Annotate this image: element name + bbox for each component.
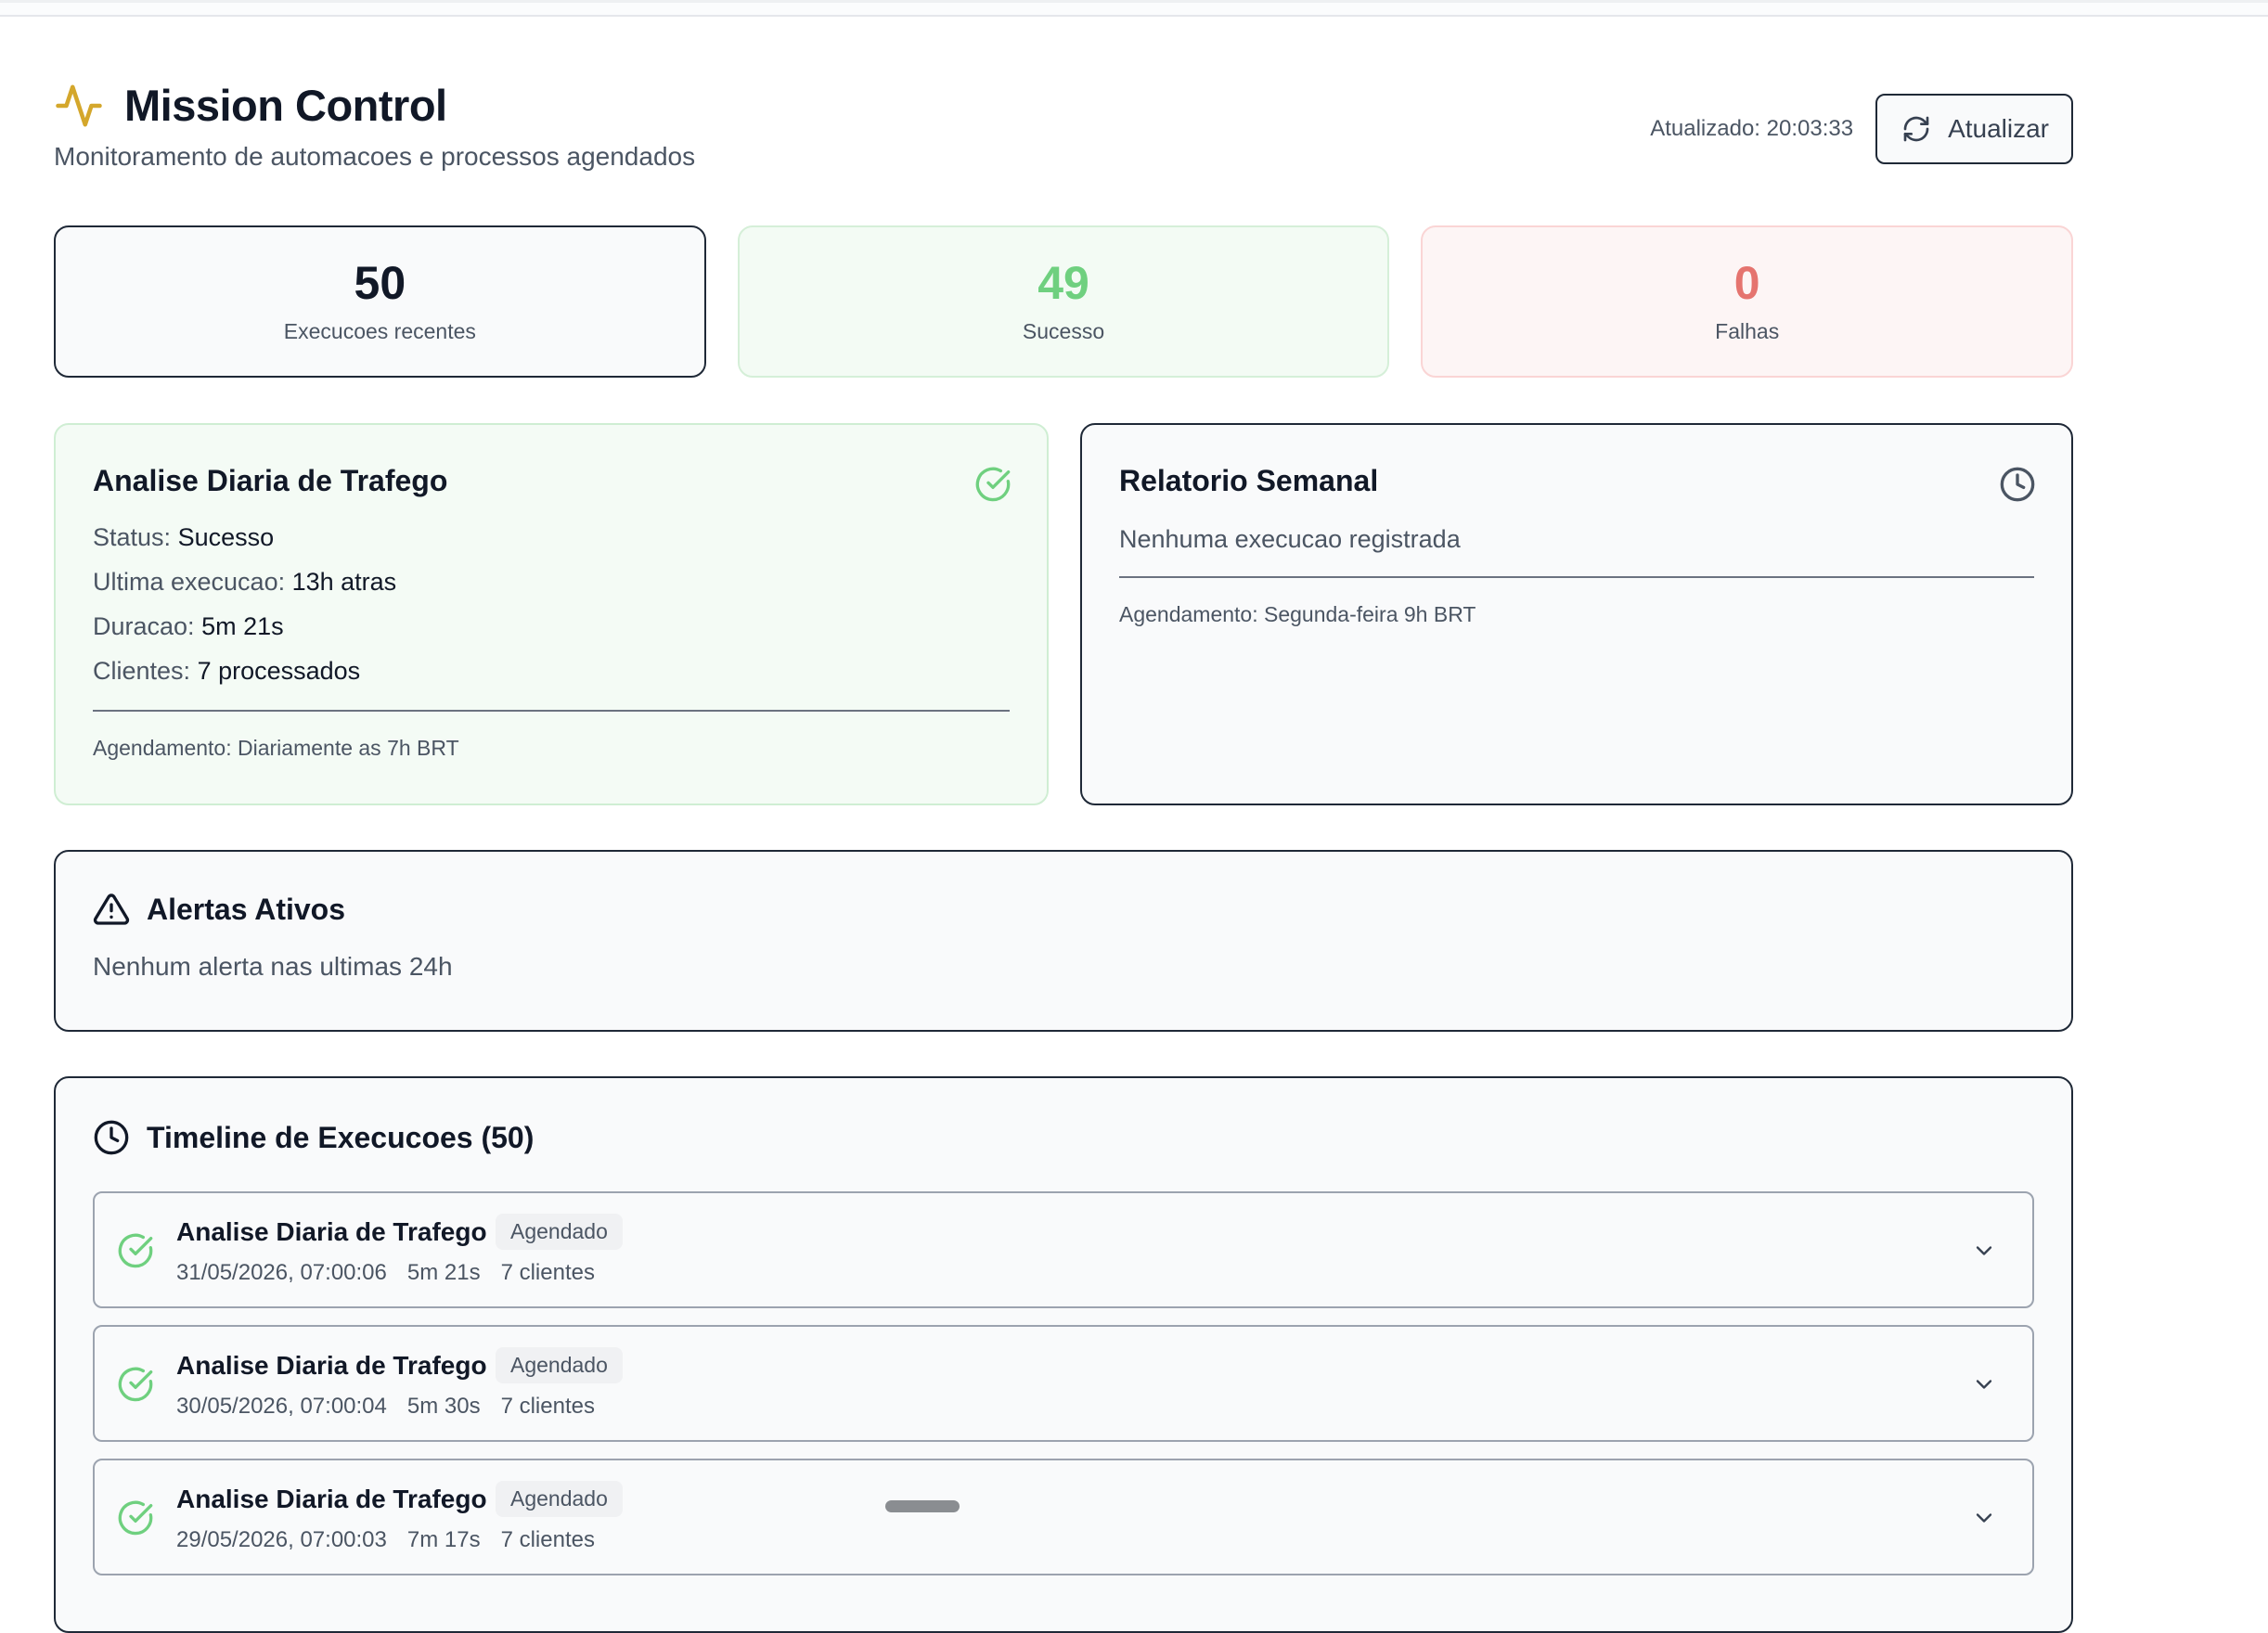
run-date: 30/05/2026, 07:00:04 <box>176 1394 387 1419</box>
alerts-title: Alertas Ativos <box>147 892 345 926</box>
timeline-title: Timeline de Execucoes (50) <box>147 1120 535 1154</box>
stat-label: Execucoes recentes <box>283 318 476 343</box>
timeline-item[interactable]: Analise Diaria de Trafego Agendado 29/05… <box>93 1459 2034 1575</box>
refresh-icon <box>1903 116 1929 142</box>
stat-value: 50 <box>354 256 406 309</box>
job-title: Relatorio Semanal <box>1119 464 1379 497</box>
run-clients: 7 clientes <box>500 1260 595 1285</box>
detail-key: Duracao: <box>93 612 195 640</box>
refresh-button[interactable]: Atualizar <box>1875 94 2073 164</box>
timeline-list: Analise Diaria de Trafego Agendado 31/05… <box>93 1191 2034 1575</box>
chevron-down-icon[interactable] <box>1971 1371 1997 1397</box>
check-circle-icon <box>117 1366 154 1403</box>
job-duration-line: Duracao: 5m 21s <box>93 604 1010 649</box>
stat-card-failures: 0 Falhas <box>1421 225 2074 378</box>
stat-value: 0 <box>1733 256 1760 309</box>
detail-value: 13h atras <box>291 568 397 596</box>
timeline-item-name: Analise Diaria de Trafego <box>176 1351 487 1380</box>
check-circle-icon <box>117 1499 154 1537</box>
run-clients: 7 clientes <box>500 1527 595 1552</box>
run-date: 29/05/2026, 07:00:03 <box>176 1527 387 1552</box>
job-empty-text: Nenhuma execucao registrada <box>1119 525 1461 553</box>
alerts-empty-text: Nenhum alerta nas ultimas 24h <box>93 952 453 981</box>
trigger-badge: Agendado <box>496 1481 623 1517</box>
job-last-run-line: Ultima execucao: 13h atras <box>93 559 1010 604</box>
timeline-item[interactable]: Analise Diaria de Trafego Agendado 31/05… <box>93 1191 2034 1308</box>
run-date: 31/05/2026, 07:00:06 <box>176 1260 387 1285</box>
trigger-badge: Agendado <box>496 1347 623 1383</box>
job-details: Status: Sucesso Ultima execucao: 13h atr… <box>93 515 1010 693</box>
job-clients-line: Clientes: 7 processados <box>93 649 1010 693</box>
timeline-panel: Timeline de Execucoes (50) Analise Diari… <box>54 1076 2073 1633</box>
run-clients: 7 clientes <box>500 1394 595 1419</box>
timeline-header: Timeline de Execucoes (50) <box>93 1119 2034 1156</box>
job-schedule: Agendamento: Segunda-feira 9h BRT <box>1119 602 1476 626</box>
job-status-line: Status: Sucesso <box>93 515 1010 559</box>
timeline-item-name: Analise Diaria de Trafego <box>176 1485 487 1513</box>
trigger-badge: Agendado <box>496 1214 623 1250</box>
clock-icon <box>94 1120 129 1155</box>
job-cards-row: Analise Diaria de Trafego Status: Sucess… <box>54 423 2073 805</box>
activity-icon <box>54 81 104 131</box>
check-circle-icon <box>974 466 1012 503</box>
alerts-header: Alertas Ativos <box>93 891 2034 928</box>
check-circle-icon <box>117 1232 154 1269</box>
run-duration: 5m 21s <box>406 1260 481 1285</box>
timeline-item-name: Analise Diaria de Trafego <box>176 1217 487 1246</box>
detail-key: Clientes: <box>93 657 191 685</box>
timeline-item-meta: 31/05/2026, 07:00:06 5m 21s 7 clientes <box>176 1260 595 1286</box>
stat-label: Falhas <box>1715 318 1780 343</box>
last-updated-text: Atualizado: 20:03:33 <box>1650 116 1854 141</box>
detail-value: 5m 21s <box>201 612 284 640</box>
detail-key: Ultima execucao: <box>93 568 286 596</box>
chevron-down-icon[interactable] <box>1971 1238 1997 1264</box>
timeline-item[interactable]: Analise Diaria de Trafego Agendado 30/05… <box>93 1325 2034 1442</box>
refresh-button-label: Atualizar <box>1948 114 2049 143</box>
scroll-indicator[interactable] <box>885 1500 960 1512</box>
divider <box>93 710 1010 712</box>
browser-top-edge <box>0 0 2268 17</box>
timeline-item-meta: 29/05/2026, 07:00:03 7m 17s 7 clientes <box>176 1527 595 1553</box>
stat-card-total: 50 Execucoes recentes <box>54 225 706 378</box>
mission-control-page: Mission Control Monitoramento de automac… <box>54 80 2074 1633</box>
clock-icon <box>1999 466 2036 503</box>
detail-value: 7 processados <box>197 657 361 685</box>
job-card-analise-diaria: Analise Diaria de Trafego Status: Sucess… <box>54 423 1049 805</box>
detail-key: Status: <box>93 523 172 551</box>
stat-label: Sucesso <box>1022 318 1105 343</box>
job-card-relatorio-semanal: Relatorio Semanal Nenhuma execucao regis… <box>1080 423 2073 805</box>
job-schedule: Agendamento: Diariamente as 7h BRT <box>93 736 459 760</box>
page-title: Mission Control <box>124 81 447 130</box>
chevron-down-icon[interactable] <box>1971 1505 1997 1531</box>
run-duration: 5m 30s <box>406 1394 481 1419</box>
stat-card-success: 49 Sucesso <box>737 225 1390 378</box>
stats-row: 50 Execucoes recentes 49 Sucesso 0 Falha… <box>54 225 2074 378</box>
detail-value: Sucesso <box>177 523 275 551</box>
timeline-item-meta: 30/05/2026, 07:00:04 5m 30s 7 clientes <box>176 1394 595 1420</box>
alerts-panel: Alertas Ativos Nenhum alerta nas ultimas… <box>54 850 2073 1032</box>
stat-value: 49 <box>1037 256 1089 309</box>
page-header: Mission Control Monitoramento de automac… <box>54 80 2073 182</box>
header-actions: Atualizado: 20:03:33 Atualizar <box>1650 94 2073 164</box>
alert-triangle-icon <box>93 894 130 925</box>
job-title: Analise Diaria de Trafego <box>93 464 448 497</box>
run-duration: 7m 17s <box>406 1527 481 1552</box>
divider <box>1119 576 2034 578</box>
